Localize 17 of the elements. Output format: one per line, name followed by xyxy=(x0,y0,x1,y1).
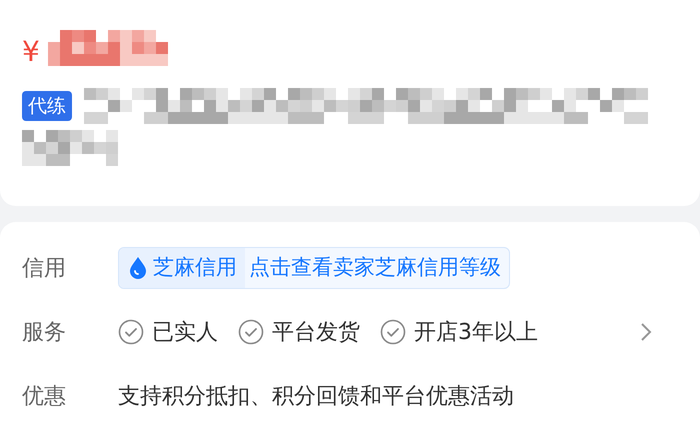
row-label: 优惠 xyxy=(22,382,67,410)
check-circle-icon xyxy=(238,319,264,345)
credit-badge[interactable]: 芝麻信用 点击查看卖家芝麻信用等级 xyxy=(118,247,510,289)
check-circle-icon xyxy=(118,319,144,345)
chevron-right-icon[interactable] xyxy=(640,322,652,342)
credit-link[interactable]: 点击查看卖家芝麻信用等级 xyxy=(245,252,509,284)
check-circle-icon xyxy=(380,319,406,345)
row-label: 服务 xyxy=(22,318,67,346)
service-label: 开店3年以上 xyxy=(414,318,538,346)
row-label: 信用 xyxy=(22,254,67,282)
brand-label: 芝麻信用 xyxy=(153,254,237,282)
promotion-text: 支持积分抵扣、积分回馈和平台优惠活动 xyxy=(118,382,514,410)
water-drop-icon xyxy=(127,256,149,280)
service-label: 平台发货 xyxy=(272,318,360,346)
tag-badge: 代练 xyxy=(22,91,72,121)
service-label: 已实人 xyxy=(152,318,218,346)
currency-symbol: ¥ xyxy=(22,38,40,66)
